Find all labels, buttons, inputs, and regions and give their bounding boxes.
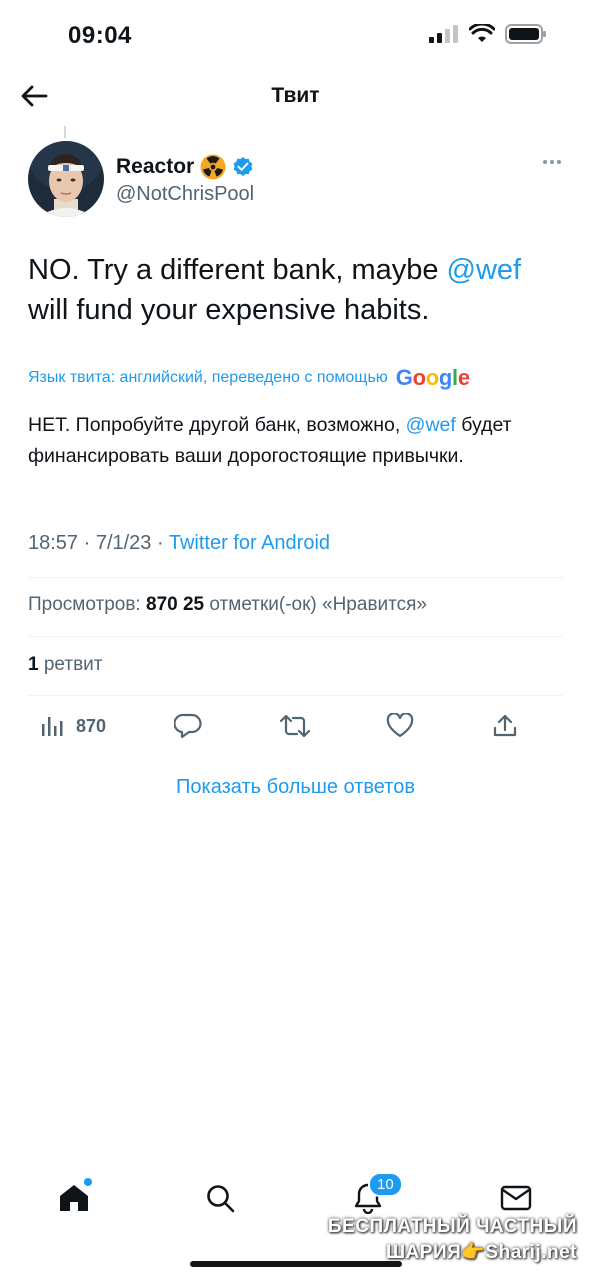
verified-badge-icon <box>233 157 253 176</box>
status-bar: 09:04 <box>0 0 591 70</box>
retweets-count: 1 <box>28 654 39 675</box>
author-name-row[interactable]: Reactor <box>116 154 254 180</box>
page-header: Твит <box>0 70 591 122</box>
tweet-meta: 18:57 · 7/1/23 · Twitter for Android <box>28 532 330 555</box>
home-notification-dot <box>84 1178 92 1186</box>
retweet-icon <box>280 714 310 738</box>
translation-note-row[interactable]: Язык твита: английский, переведено с пом… <box>28 365 568 391</box>
views-button[interactable]: 870 <box>40 706 106 746</box>
author-name[interactable]: Reactor <box>116 155 194 179</box>
tweet-text-part: NO. Try a different bank, maybe <box>28 254 447 286</box>
translated-text: НЕТ. Попробуйте другой банк, возможно, @… <box>28 410 548 472</box>
tweet-timestamp: 18:57 · 7/1/23 · <box>28 532 169 554</box>
tweet-source-link[interactable]: Twitter for Android <box>169 532 330 554</box>
translated-text-part: НЕТ. Попробуйте другой банк, возможно, <box>28 414 406 436</box>
watermark: БЕСПЛАТНЫЙ ЧАСТНЫЙ ШАРИЯ👉Sharij.net <box>328 1214 577 1266</box>
divider <box>28 695 563 696</box>
heart-icon <box>386 713 414 738</box>
retweets-label: ретвит <box>43 654 103 675</box>
avatar[interactable] <box>28 141 104 217</box>
author-handle[interactable]: @NotChrisPool <box>116 183 254 206</box>
tab-notifications[interactable]: 10 <box>348 1172 403 1218</box>
more-dot-icon <box>557 160 561 164</box>
tweet-stats[interactable]: Просмотров: 870 25 отметки(-ок) «Нравитс… <box>28 594 427 616</box>
retweet-button[interactable] <box>280 706 310 746</box>
tweet-text-part: will fund your expensive habits. <box>28 294 430 326</box>
divider <box>28 636 563 637</box>
more-options-button[interactable] <box>543 160 561 164</box>
more-dot-icon <box>550 160 554 164</box>
page-title: Твит <box>271 84 320 107</box>
share-button[interactable] <box>492 706 518 746</box>
home-icon <box>60 1185 88 1211</box>
mail-icon <box>500 1185 532 1211</box>
watermark-line-1: БЕСПЛАТНЫЙ ЧАСТНЫЙ <box>327 1216 577 1237</box>
notifications-badge: 10 <box>368 1172 403 1197</box>
likes-count: 25 <box>182 594 205 615</box>
likes-label: отметки(-ок) «Нравится» <box>209 594 427 615</box>
divider <box>28 577 563 578</box>
views-count-action: 870 <box>76 715 107 736</box>
battery-icon <box>505 24 546 44</box>
bar-chart-icon <box>42 717 63 736</box>
thread-connector <box>64 126 66 138</box>
tweet-actions: 870 <box>28 706 563 746</box>
retweet-stats[interactable]: 1 ретвит <box>28 654 102 676</box>
cellular-signal-icon <box>429 25 458 43</box>
home-indicator[interactable] <box>190 1261 402 1267</box>
search-icon <box>207 1185 235 1213</box>
reply-icon <box>174 713 202 739</box>
more-dot-icon <box>543 160 547 164</box>
show-more-replies-link[interactable]: Показать больше ответов <box>0 776 591 799</box>
radioactive-emoji-icon <box>200 154 226 180</box>
tab-search[interactable] <box>200 1178 240 1218</box>
share-icon <box>493 714 517 737</box>
like-button[interactable] <box>386 706 414 746</box>
translated-mention-link[interactable]: @wef <box>406 414 456 436</box>
reply-button[interactable] <box>174 706 202 746</box>
tab-messages[interactable] <box>496 1178 536 1218</box>
wifi-icon <box>469 24 495 42</box>
status-time: 09:04 <box>68 22 132 49</box>
mention-link[interactable]: @wef <box>447 254 522 286</box>
tab-home[interactable] <box>54 1178 94 1218</box>
status-icons <box>429 24 547 44</box>
avatar-image <box>28 141 104 217</box>
translation-note[interactable]: Язык твита: английский, переведено с пом… <box>28 369 388 387</box>
tweet-text: NO. Try a different bank, maybe @wef wil… <box>28 250 568 330</box>
views-count: 870 <box>146 594 178 615</box>
views-label: Просмотров: <box>28 594 141 615</box>
google-logo: Google <box>395 365 470 390</box>
